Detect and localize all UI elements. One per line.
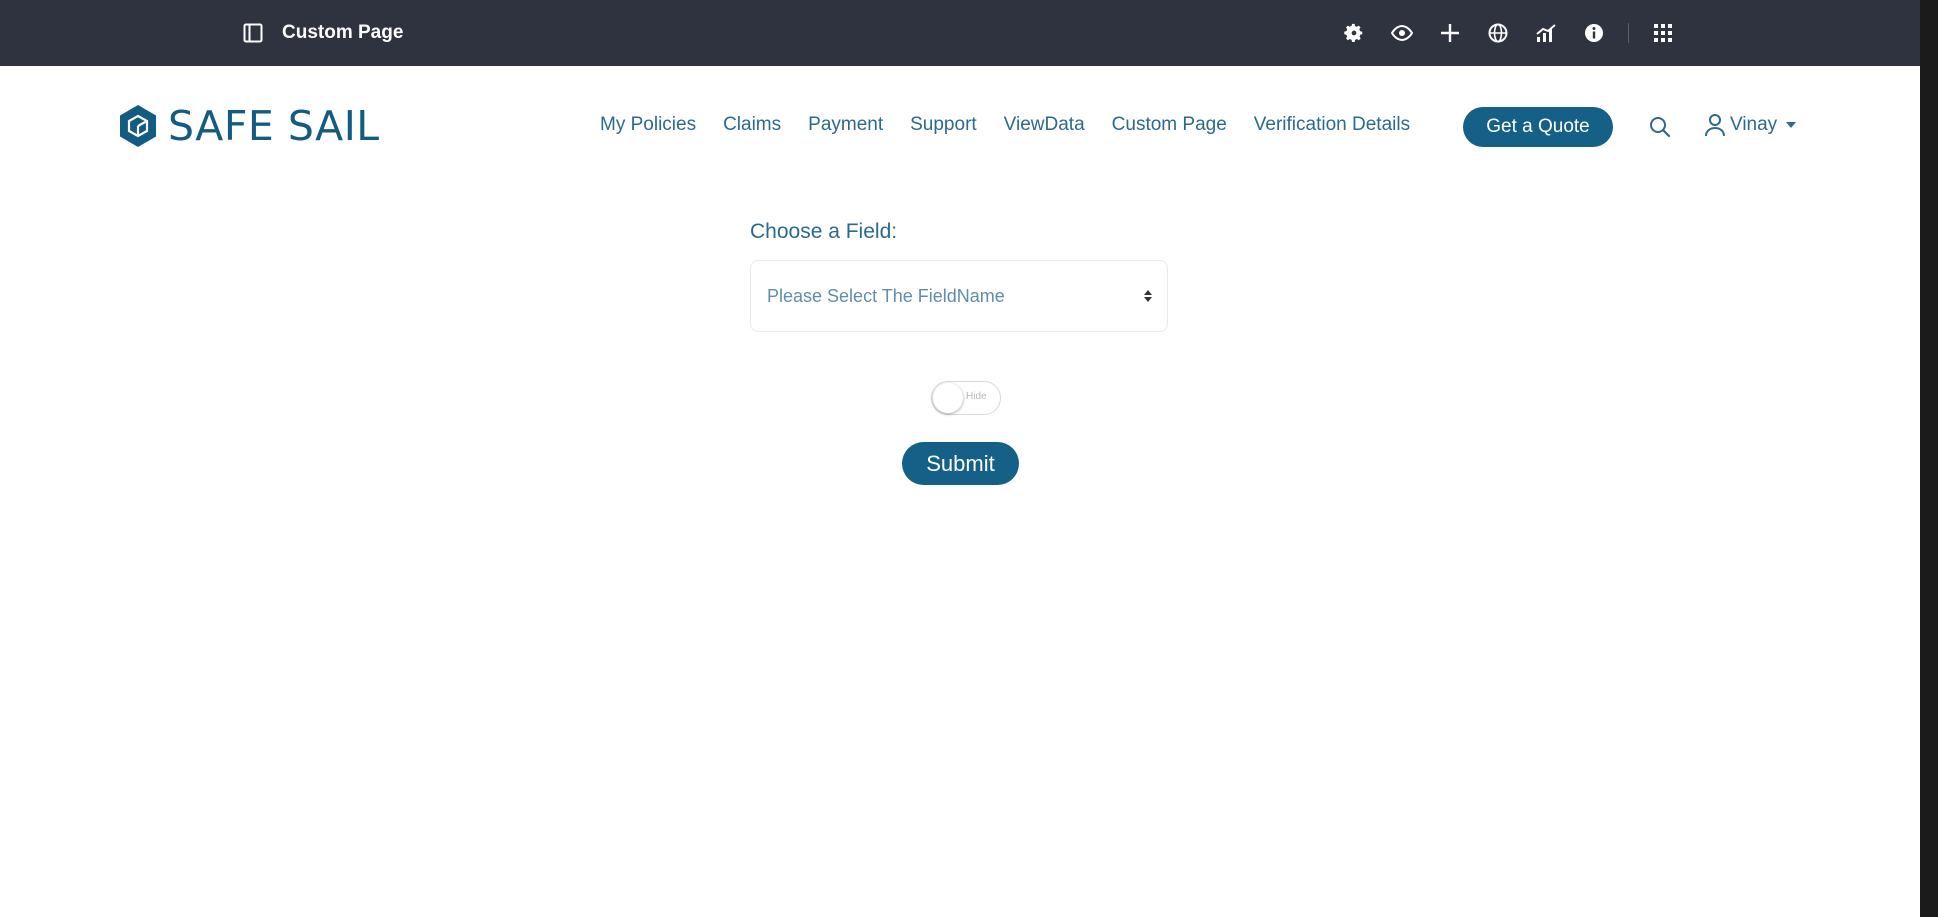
hexagon-logo-icon bbox=[120, 105, 156, 147]
select-arrows-icon bbox=[1144, 290, 1152, 302]
nav-verification-details[interactable]: Verification Details bbox=[1254, 114, 1410, 136]
field-select[interactable]: Please Select The FieldName bbox=[750, 260, 1168, 332]
field-select-value: Please Select The FieldName bbox=[767, 285, 1005, 306]
site-header: SAFE SAIL My Policies Claims Payment Sup… bbox=[0, 66, 1920, 188]
eye-icon[interactable] bbox=[1388, 19, 1416, 47]
plus-icon[interactable] bbox=[1436, 19, 1464, 47]
site-logo[interactable]: SAFE SAIL bbox=[118, 102, 380, 150]
field-form: Choose a Field: Please Select The FieldN… bbox=[750, 220, 1170, 332]
field-label: Choose a Field: bbox=[750, 220, 898, 243]
info-icon[interactable] bbox=[1580, 19, 1608, 47]
toggle-knob bbox=[933, 383, 963, 413]
admin-page-title: Custom Page bbox=[282, 22, 404, 43]
analytics-icon[interactable] bbox=[1532, 19, 1560, 47]
user-name: Vinay bbox=[1730, 114, 1778, 135]
nav-payment[interactable]: Payment bbox=[808, 114, 883, 136]
nav-custom-page[interactable]: Custom Page bbox=[1112, 114, 1227, 136]
get-a-quote-button[interactable]: Get a Quote bbox=[1463, 107, 1613, 147]
globe-icon[interactable] bbox=[1484, 19, 1512, 47]
logo-text: SAFE SAIL bbox=[168, 102, 380, 150]
nav-my-policies[interactable]: My Policies bbox=[600, 114, 696, 136]
search-icon[interactable] bbox=[1649, 116, 1671, 138]
toolbar-divider bbox=[1628, 23, 1629, 43]
user-icon bbox=[1705, 114, 1725, 137]
admin-bar-left: Custom Page bbox=[240, 20, 403, 46]
hide-toggle[interactable]: Hide bbox=[931, 381, 1001, 415]
nav-claims[interactable]: Claims bbox=[723, 114, 781, 136]
main-nav: My Policies Claims Payment Support ViewD… bbox=[600, 114, 1437, 136]
submit-button[interactable]: Submit bbox=[902, 442, 1019, 485]
nav-support[interactable]: Support bbox=[910, 114, 977, 136]
chevron-down-icon bbox=[1786, 122, 1797, 128]
scrollbar-strip bbox=[1920, 0, 1938, 917]
sidebar-toggle-icon[interactable] bbox=[240, 20, 266, 46]
nav-viewdata[interactable]: ViewData bbox=[1004, 114, 1085, 136]
gear-icon[interactable] bbox=[1340, 19, 1368, 47]
admin-bar: Custom Page bbox=[0, 0, 1920, 66]
admin-toolbar bbox=[1340, 19, 1697, 47]
toggle-label: Hide bbox=[966, 391, 987, 402]
user-menu[interactable]: Vinay bbox=[1704, 113, 1797, 137]
apps-grid-icon[interactable] bbox=[1649, 19, 1677, 47]
